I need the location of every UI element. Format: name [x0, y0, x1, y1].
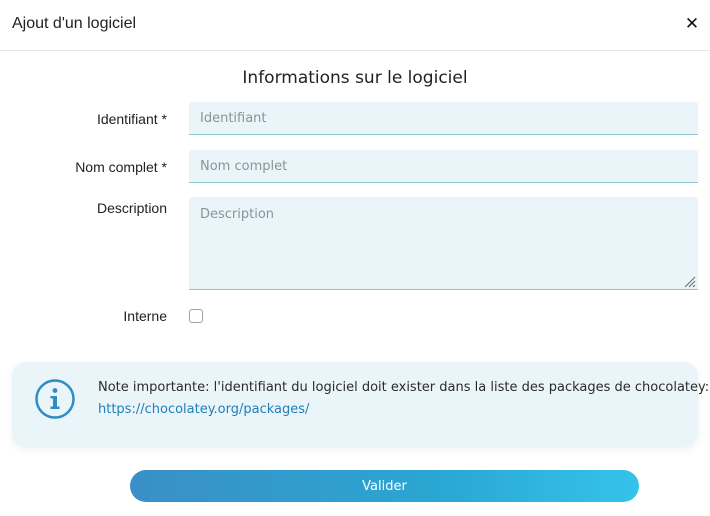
identifier-label: Identifiant * [96, 111, 167, 127]
info-icon [35, 379, 75, 419]
description-textarea[interactable] [189, 197, 698, 290]
notice-text: Note importante: l'identifiant du logici… [98, 380, 710, 395]
submit-button[interactable]: Valider [130, 470, 639, 502]
full-name-input[interactable] [189, 150, 698, 183]
section-title: Informations sur le logiciel [242, 68, 468, 88]
chocolatey-packages-link[interactable]: https://chocolatey.org/packages/ [98, 402, 309, 417]
identifier-input[interactable] [189, 102, 698, 135]
close-icon[interactable]: ✕ [684, 14, 700, 34]
dialog-header: Ajout d'un logiciel ✕ [0, 0, 710, 51]
description-label: Description [96, 200, 167, 216]
add-software-dialog: Ajout d'un logiciel ✕ Informations sur l… [0, 0, 710, 516]
info-notice: Note importante: l'identifiant du logici… [12, 362, 709, 447]
internal-checkbox[interactable] [189, 309, 203, 323]
dialog-title: Ajout d'un logiciel [12, 15, 137, 32]
full-name-label: Nom complet * [75, 159, 167, 175]
internal-label: Interne [123, 308, 167, 324]
